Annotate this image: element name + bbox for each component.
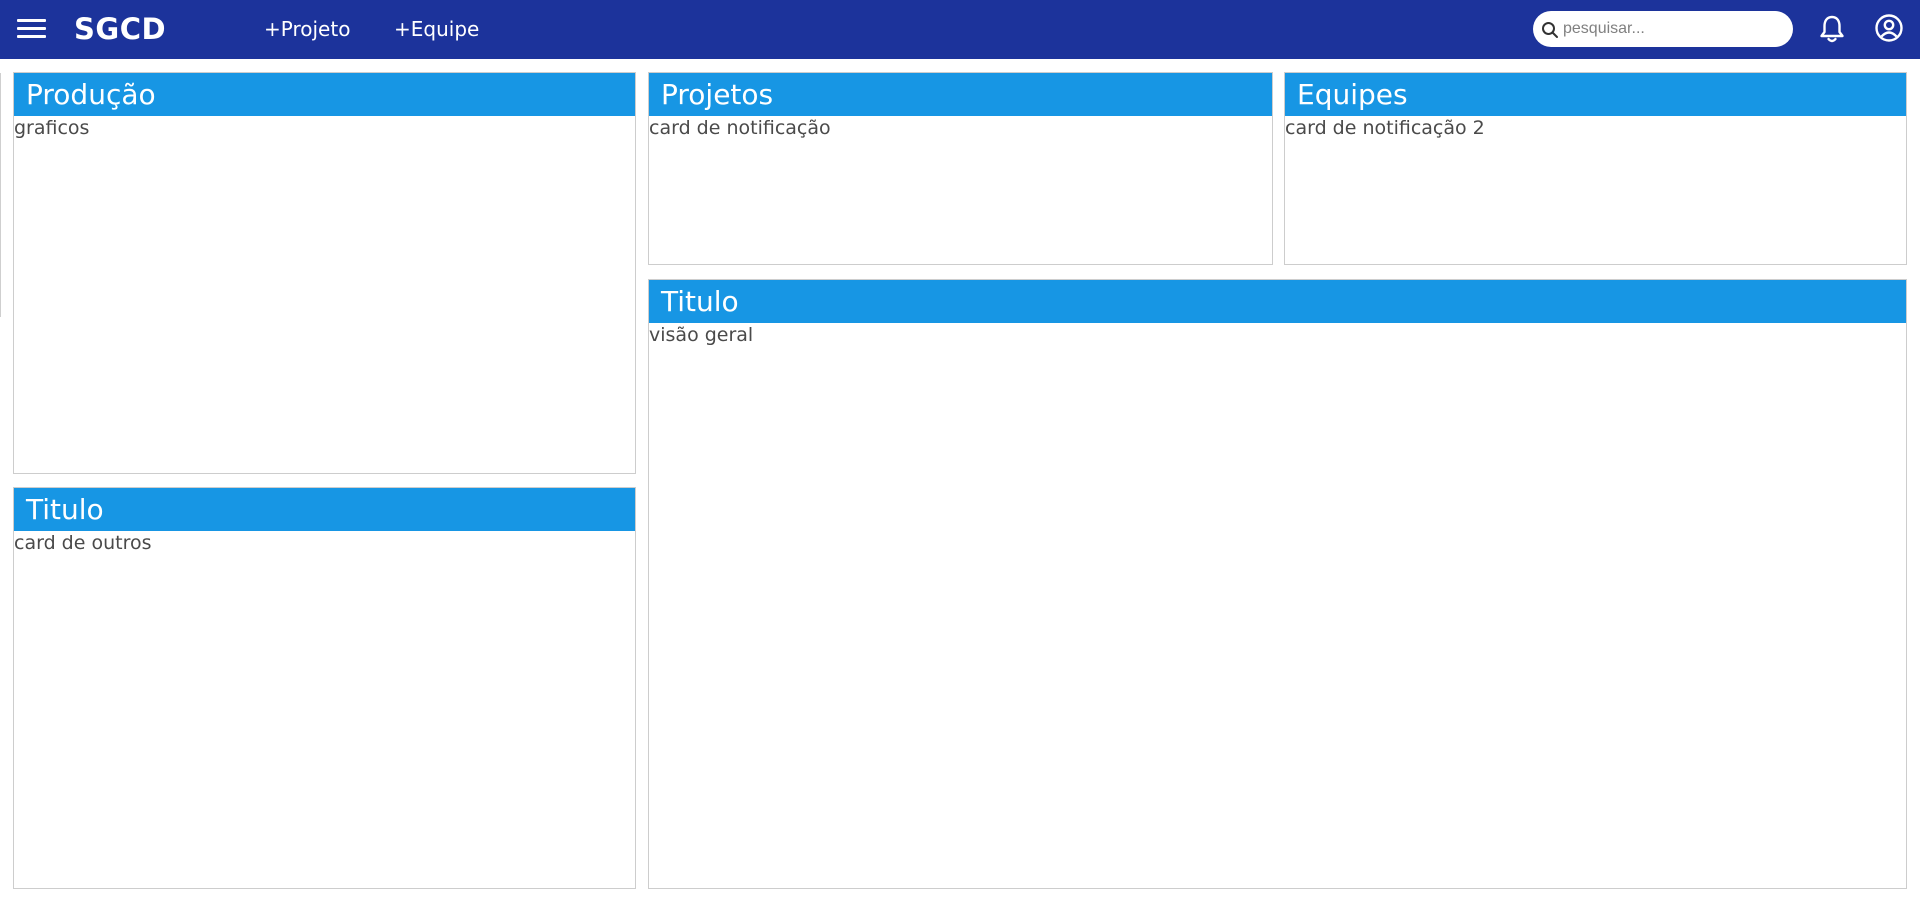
bell-icon[interactable]: [1818, 14, 1846, 44]
card-title: Titulo: [14, 488, 635, 531]
projetos-card: Projetos card de notificação: [648, 72, 1273, 265]
card-content: card de notificação: [649, 117, 831, 139]
overview-card: Titulo visão geral: [648, 279, 1907, 889]
card-content: card de outros: [14, 532, 152, 554]
search-input[interactable]: [1563, 11, 1787, 47]
card-title: Projetos: [649, 73, 1272, 116]
menu-icon[interactable]: [17, 17, 46, 41]
search-icon: [1542, 22, 1558, 38]
user-circle-icon[interactable]: [1874, 13, 1904, 43]
top-navbar: SGCD +Projeto +Equipe: [0, 0, 1920, 59]
card-title: Produção: [14, 73, 635, 116]
equipes-card: Equipes card de notificação 2: [1284, 72, 1907, 265]
brand-logo[interactable]: SGCD: [74, 10, 166, 48]
card-title: Equipes: [1285, 73, 1906, 116]
search-box: [1533, 11, 1793, 47]
card-content: card de notificação 2: [1285, 117, 1485, 139]
others-card: Titulo card de outros: [13, 487, 636, 889]
card-content: graficos: [14, 117, 90, 139]
card-title: Titulo: [649, 280, 1906, 323]
sidebar-edge: [0, 73, 1, 317]
producao-card: Produção graficos: [13, 72, 636, 474]
add-team-link[interactable]: +Equipe: [394, 16, 479, 42]
card-content: visão geral: [649, 324, 754, 346]
add-project-link[interactable]: +Projeto: [264, 16, 350, 42]
